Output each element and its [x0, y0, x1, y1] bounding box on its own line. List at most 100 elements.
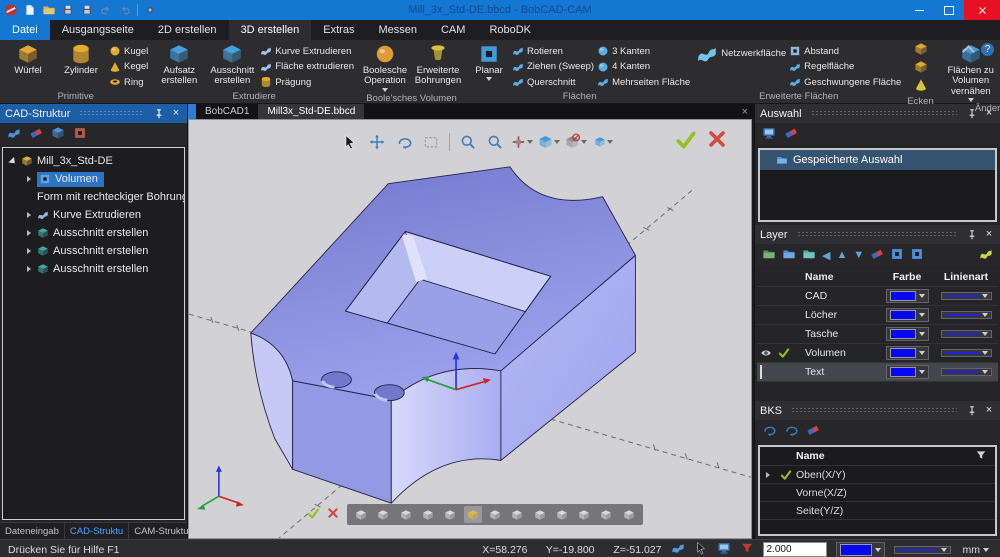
- ziehen-sweep-button[interactable]: Ziehen (Sweep): [512, 60, 594, 75]
- tab-cad-struktur[interactable]: CAD-Struktu: [65, 523, 129, 539]
- view-preset-tool[interactable]: [592, 131, 614, 153]
- view-orientation-button[interactable]: [553, 506, 571, 523]
- view-orientation-button[interactable]: [374, 506, 392, 523]
- vier-kanten-button[interactable]: 4 Kanten: [597, 60, 690, 75]
- tree-root[interactable]: Mill_3x_Std-DE: [3, 152, 184, 170]
- ring-button[interactable]: Ring: [109, 75, 148, 90]
- close-document-icon[interactable]: ×: [742, 104, 748, 119]
- view-orientation-button[interactable]: [597, 506, 615, 523]
- planar-button[interactable]: Planar: [469, 42, 509, 81]
- linestyle-dropdown[interactable]: [941, 311, 992, 319]
- selection-clear-icon[interactable]: [784, 126, 798, 143]
- origin-snap-tool[interactable]: [511, 131, 533, 153]
- wcs-edit-icon[interactable]: [784, 423, 798, 440]
- view-orientation-button[interactable]: [352, 506, 370, 523]
- erweiterte-bohrungen-button[interactable]: Erweiterte Bohrungen: [413, 42, 463, 87]
- expander-icon[interactable]: [25, 266, 33, 272]
- filter-icon[interactable]: [975, 449, 995, 464]
- select-tool[interactable]: [339, 131, 361, 153]
- corner-trim-button[interactable]: [914, 78, 928, 95]
- 3d-viewport[interactable]: [188, 119, 752, 539]
- flaeche-extrudieren-button[interactable]: Fläche extrudieren: [260, 60, 354, 75]
- undo-button[interactable]: [99, 3, 113, 17]
- pin-icon[interactable]: [153, 108, 165, 120]
- linestyle-dropdown[interactable]: [941, 349, 992, 357]
- tab-ausgangsseite[interactable]: Ausgangsseite: [50, 20, 146, 40]
- tree-tool-edit-icon[interactable]: [51, 126, 65, 143]
- doc-tab-bobcad1[interactable]: BobCAD1: [196, 104, 258, 119]
- view-orientation-button[interactable]: [575, 506, 593, 523]
- collapse-ribbon-button[interactable]: [962, 45, 975, 58]
- layer-row-loecher[interactable]: Löcher: [757, 306, 998, 325]
- shading-mode-tool[interactable]: [538, 131, 560, 153]
- ok-button[interactable]: [675, 129, 697, 154]
- layer-erase-icon[interactable]: [870, 247, 884, 264]
- color-dropdown[interactable]: [886, 327, 929, 341]
- row-checkbox[interactable]: [757, 366, 775, 378]
- tab-extras[interactable]: Extras: [311, 20, 366, 40]
- expander-icon[interactable]: [25, 230, 33, 236]
- layer-move-up-icon[interactable]: ▲: [836, 249, 847, 261]
- color-dropdown[interactable]: [886, 289, 929, 303]
- tree-tool-link-icon[interactable]: [7, 126, 21, 143]
- view-orientation-button[interactable]: [419, 506, 437, 523]
- linestyle-dropdown[interactable]: [941, 368, 992, 376]
- dropdown-caret[interactable]: [554, 140, 560, 144]
- tree-tool-eraser-icon[interactable]: [29, 126, 43, 143]
- window-select-tool[interactable]: [420, 131, 442, 153]
- tab-cam[interactable]: CAM: [429, 20, 477, 40]
- minimize-button[interactable]: [904, 0, 934, 20]
- tree-item-ausschnitt-1[interactable]: Ausschnitt erstellen: [3, 224, 184, 242]
- zoom-window-tool[interactable]: [457, 131, 479, 153]
- tree-item-volumen[interactable]: Volumen: [3, 170, 184, 188]
- visibility-eye-icon[interactable]: [757, 347, 775, 359]
- layer-grid-add-icon[interactable]: [890, 247, 904, 264]
- doc-tab-mill3x[interactable]: Mill3x_Std-DE.bbcd: [258, 104, 364, 119]
- wuerfel-button[interactable]: Würfel: [3, 42, 53, 76]
- tab-robodk[interactable]: RoboDK: [477, 20, 543, 40]
- saved-selection-item[interactable]: Gespeicherte Auswahl: [760, 150, 995, 170]
- layer-row-volumen[interactable]: Volumen: [757, 344, 998, 363]
- tab-3d-erstellen[interactable]: 3D erstellen: [229, 20, 312, 40]
- view-orientation-button[interactable]: [441, 506, 459, 523]
- new-file-button[interactable]: [23, 3, 37, 17]
- close-button[interactable]: [964, 0, 1000, 20]
- tab-datei[interactable]: Datei: [0, 20, 50, 40]
- layer-add-icon[interactable]: [782, 247, 796, 264]
- layer-highlight-icon[interactable]: [979, 247, 993, 264]
- corner-chamfer-button[interactable]: [914, 60, 928, 77]
- tree-tool-export-icon[interactable]: [73, 126, 87, 143]
- kugel-button[interactable]: Kugel: [109, 44, 148, 59]
- tab-dateneingabe[interactable]: Dateneingab: [0, 523, 65, 539]
- aufsatz-erstellen-button[interactable]: Aufsatz erstellen: [154, 42, 204, 87]
- tree-item-ausschnitt-3[interactable]: Ausschnitt erstellen: [3, 260, 184, 278]
- close-panel-icon[interactable]: ×: [983, 229, 995, 241]
- view-orientation-button[interactable]: [531, 506, 549, 523]
- view-orientation-button[interactable]: [508, 506, 526, 523]
- color-dropdown[interactable]: [886, 308, 929, 322]
- hide-geometry-tool[interactable]: [565, 131, 587, 153]
- layer-row-text[interactable]: Text: [757, 363, 998, 382]
- layer-globe-icon[interactable]: [802, 247, 816, 264]
- bks-row-seite[interactable]: Seite(Y/Z): [760, 502, 995, 520]
- view-orientation-button[interactable]: [620, 506, 638, 523]
- expander-icon[interactable]: [25, 176, 33, 182]
- open-file-button[interactable]: [42, 3, 56, 17]
- wcs-erase-icon[interactable]: [806, 423, 820, 440]
- bks-row-vorne[interactable]: Vorne(X/Z): [760, 484, 995, 502]
- zylinder-button[interactable]: Zylinder: [56, 42, 106, 76]
- dropdown-caret[interactable]: [527, 140, 533, 144]
- help-button[interactable]: ?: [981, 43, 994, 56]
- netzwerkflaeche-button[interactable]: Netzwerkfläche: [696, 42, 786, 65]
- active-check-icon[interactable]: [775, 347, 793, 359]
- pin-icon[interactable]: [966, 405, 978, 417]
- linestyle-dropdown[interactable]: [941, 292, 992, 300]
- save-as-button[interactable]: [80, 3, 94, 17]
- tab-messen[interactable]: Messen: [366, 20, 429, 40]
- save-view-icon[interactable]: [717, 541, 731, 557]
- expander-icon[interactable]: [25, 248, 33, 254]
- layer-move-left-icon[interactable]: ◀: [822, 249, 830, 262]
- maximize-button[interactable]: [934, 0, 964, 20]
- corner-fillet-button[interactable]: [914, 42, 928, 59]
- expander-icon[interactable]: [766, 472, 770, 478]
